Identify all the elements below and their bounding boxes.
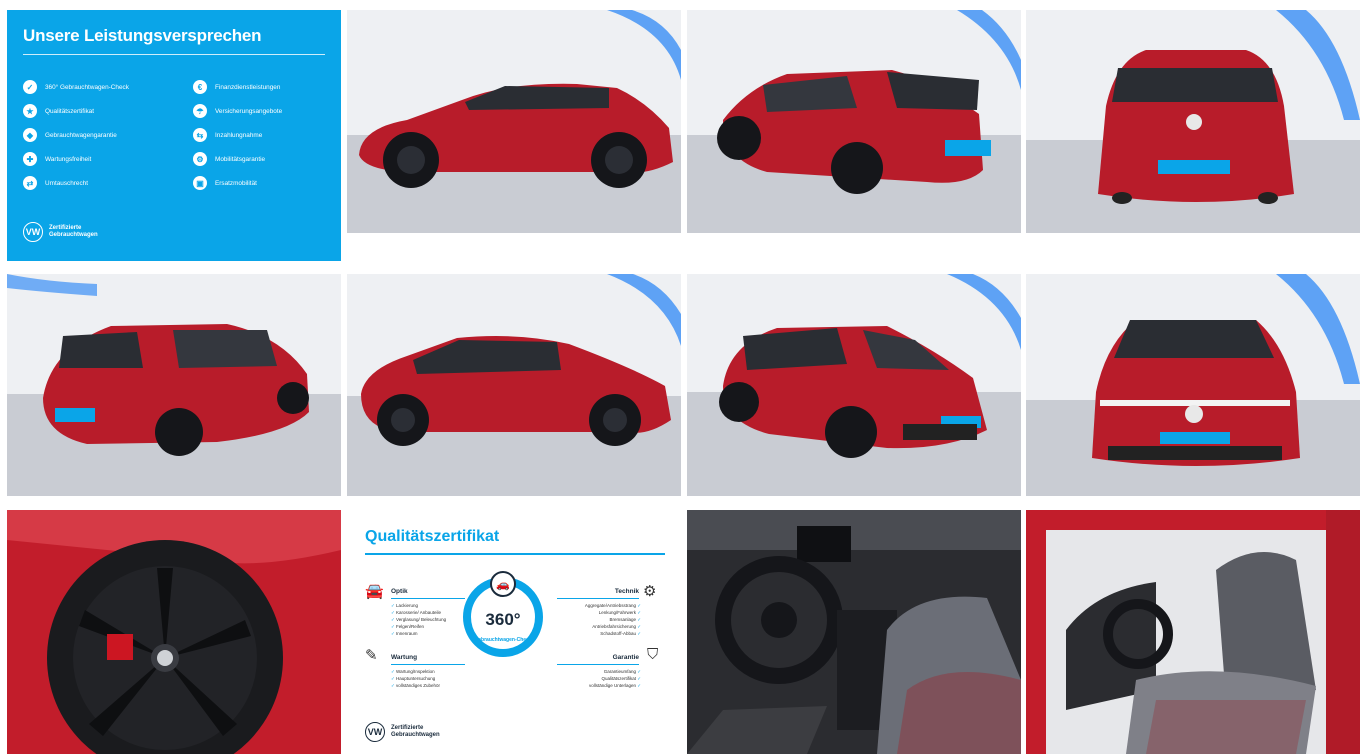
check-icon: ✓: [23, 80, 37, 94]
optik-line: [391, 598, 465, 599]
promise-item: ⚙ Mobilitätsgarantie: [193, 152, 265, 166]
leistungsversprechen-tile[interactable]: Unsere Leistungsversprechen ✓ 360° Gebrau…: [7, 10, 341, 261]
promise-item: ✓ 360° Gebrauchtwagen-Check: [23, 80, 129, 94]
technik-line: [557, 598, 639, 599]
promise-item: ⇆ Inzahlungnahme: [193, 128, 262, 142]
vw-logo-icon: VW: [365, 722, 385, 742]
garantie-list: GarantieumfangQualitätszertifikatvollstä…: [553, 668, 641, 689]
optik-label: Optik: [391, 588, 408, 595]
promise-item: ☂ Versicherungsangebote: [193, 104, 282, 118]
quality-title: Qualitätszertifikat: [365, 528, 500, 545]
brand-row: VW Zertifizierte Gebrauchtwagen: [365, 722, 451, 742]
quality-divider: [365, 553, 665, 555]
promise-divider: [23, 54, 325, 55]
technik-label: Technik: [614, 588, 639, 595]
brand-row: VW Zertifizierte Gebrauchtwagen: [23, 222, 109, 242]
photo-rear[interactable]: [1026, 10, 1360, 233]
diagnostics-icon: ⚙: [643, 583, 657, 600]
photo-front-three-quarter[interactable]: [687, 274, 1021, 496]
shield-check-icon: ⛉: [647, 646, 659, 663]
dial-text: Gebrauchtwagen-Check: [474, 637, 532, 643]
promise-item: ⇄ Umtauschrecht: [23, 176, 88, 190]
photo-seats[interactable]: [1026, 510, 1360, 754]
photo-front[interactable]: [1026, 274, 1360, 496]
photo-rear-three-quarter-right[interactable]: [7, 274, 341, 496]
wrench-icon: ✚: [23, 152, 37, 166]
wartung-line: [391, 664, 465, 665]
car-icon: ▣: [193, 176, 207, 190]
dial-number: 360°: [485, 610, 521, 629]
shield-icon: ◆: [23, 128, 37, 142]
service-icon: ✎: [365, 647, 378, 664]
photo-rear-three-quarter-left[interactable]: [687, 10, 1021, 233]
promise-item: ◆ Gebrauchtwagengarantie: [23, 128, 117, 142]
promise-item: ✚ Wartungsfreiheit: [23, 152, 91, 166]
garantie-label: Garantie: [612, 654, 639, 661]
photo-cockpit[interactable]: [687, 510, 1021, 754]
finance-icon: €: [193, 80, 207, 94]
photo-side-right[interactable]: [347, 274, 681, 496]
optik-list: LackierungKarosserie/ AnbauteileVerglasu…: [391, 602, 446, 637]
trade-in-icon: ⇆: [193, 128, 207, 142]
photo-side-left[interactable]: [347, 10, 681, 233]
vw-logo-icon: VW: [23, 222, 43, 242]
garantie-line: [557, 664, 639, 665]
certificate-icon: ★: [23, 104, 37, 118]
exchange-icon: ⇄: [23, 176, 37, 190]
brand-text: Zertifizierte Gebrauchtwagen: [49, 225, 98, 238]
wartung-list: Wartung/InspektionHauptuntersuchungvolls…: [391, 668, 440, 689]
wartung-label: Wartung: [391, 654, 418, 661]
brand-text: Zertifizierte Gebrauchtwagen: [391, 725, 440, 738]
promise-item: € Finanzdienstleistungen: [193, 80, 280, 94]
car-body-icon: 🚘: [365, 583, 384, 600]
photo-wheel[interactable]: [7, 510, 341, 754]
promise-item: ▣ Ersatzmobilität: [193, 176, 257, 190]
promise-title: Unsere Leistungsversprechen: [23, 26, 262, 45]
promise-item: ★ Qualitätszertifikat: [23, 104, 94, 118]
qualitaetszertifikat-tile[interactable]: Qualitätszertifikat 🚘 Optik LackierungKa…: [347, 510, 681, 754]
mobility-icon: ⚙: [193, 152, 207, 166]
check-360-dial: 🚗 360° Gebrauchtwagen-Check: [463, 571, 543, 657]
technik-list: Aggregate/AntriebsstrangLenkung/Fahrwerk…: [553, 602, 641, 637]
car-check-icon: 🚗: [490, 571, 516, 597]
insurance-icon: ☂: [193, 104, 207, 118]
